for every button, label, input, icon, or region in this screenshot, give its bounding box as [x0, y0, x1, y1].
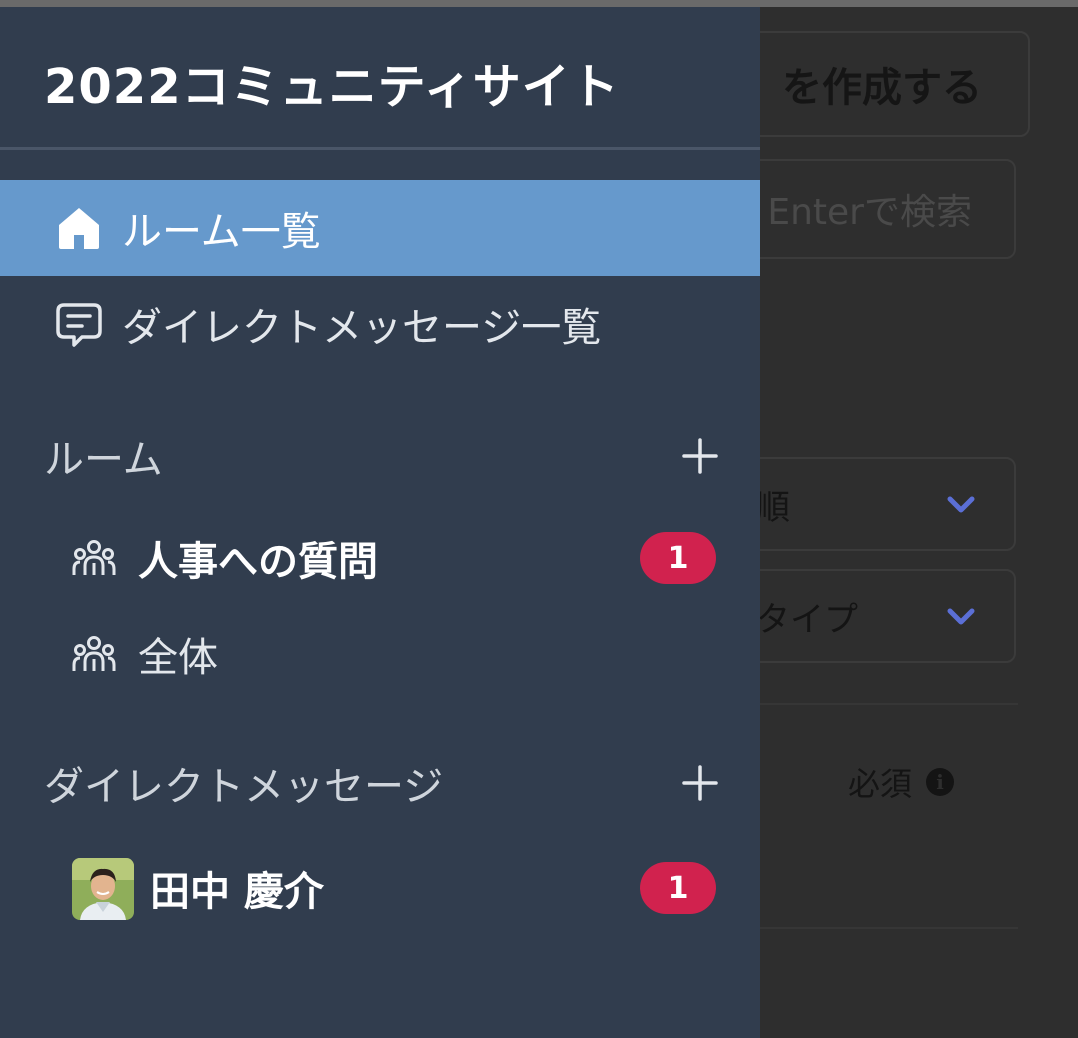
room-item-label: 人事への質問 [138, 539, 378, 585]
avatar [72, 858, 134, 920]
dm-item-label: 田中 慶介 [150, 869, 324, 915]
section-title: ダイレクトメッセージ [44, 764, 444, 810]
unread-badge: 1 [640, 862, 716, 914]
chevron-down-icon [947, 496, 975, 513]
group-icon [72, 636, 116, 671]
home-icon [59, 208, 99, 249]
plus-icon[interactable] [680, 763, 720, 803]
sort-select-value: 順 [756, 487, 790, 528]
search-placeholder: Enterで検索 [767, 192, 972, 233]
nav-item-label: ダイレクトメッセージ一覧 [122, 305, 602, 351]
navigation-drawer: 2022コミュニティサイト ルーム一覧 ダイレクトメッセージ一覧 ルーム 人事へ… [0, 7, 760, 1038]
nav-item-label: ルーム一覧 [122, 209, 321, 255]
drawer-divider [0, 147, 760, 150]
create-room-button-label: を作成する [782, 65, 982, 111]
required-indicator: 必須 i [848, 759, 955, 805]
section-title: ルーム [44, 437, 163, 483]
plus-icon[interactable] [680, 436, 720, 476]
chevron-down-icon [947, 608, 975, 625]
room-item-hr-questions[interactable]: 人事への質問 1 [0, 518, 760, 598]
room-item-label: 全体 [138, 635, 218, 681]
info-icon[interactable]: i [926, 768, 955, 796]
nav-item-room-list[interactable]: ルーム一覧 [0, 180, 760, 276]
nav-item-dm-list[interactable]: ダイレクトメッセージ一覧 [0, 276, 760, 372]
required-label: 必須 [848, 765, 913, 803]
group-icon [72, 540, 116, 575]
rooms-section-header: ルーム [44, 426, 720, 486]
dm-item-tanaka[interactable]: 田中 慶介 1 [0, 848, 760, 928]
unread-badge: 1 [640, 532, 716, 584]
dm-section-header: ダイレクトメッセージ [44, 753, 720, 813]
message-icon [56, 303, 102, 347]
app-title: 2022コミュニティサイト [44, 59, 620, 115]
status-bar-strip [0, 0, 1078, 7]
type-select-value: タイプ [756, 599, 858, 640]
room-item-all[interactable]: 全体 [0, 614, 760, 694]
